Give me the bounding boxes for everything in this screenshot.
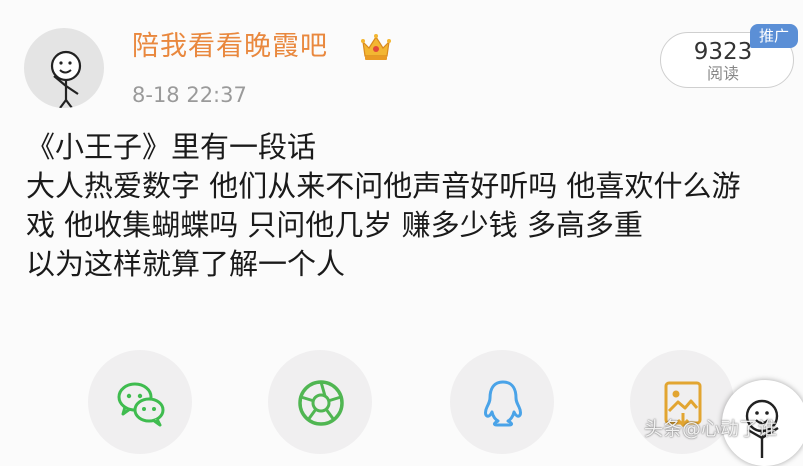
wechat-icon xyxy=(117,382,165,427)
post-content: 《小王子》里有一段话 大人热爱数字 他们从来不问他声音好听吗 他喜欢什么游 戏 … xyxy=(26,128,786,284)
author-name[interactable]: 陪我看看晚霞吧 xyxy=(132,30,328,64)
stick-figure-avatar-icon xyxy=(50,50,82,108)
share-qq-button[interactable] xyxy=(450,350,554,454)
post-line: 大人热爱数字 他们从来不问他声音好听吗 他喜欢什么游 xyxy=(26,169,741,203)
qq-penguin-icon xyxy=(484,380,522,427)
read-count-label: 阅读 xyxy=(706,64,739,83)
share-moments-button[interactable] xyxy=(268,350,372,454)
aperture-icon xyxy=(298,380,344,426)
crown-icon xyxy=(360,32,392,62)
post-timestamp: 8-18 22:37 xyxy=(132,83,247,107)
promo-badge[interactable]: 推广 xyxy=(750,24,798,48)
share-wechat-button[interactable] xyxy=(88,350,192,454)
post-line: 以为这样就算了解一个人 xyxy=(26,247,346,281)
post-line: 戏 他收集蝴蝶吗 只问他几岁 赚多少钱 多高多重 xyxy=(26,208,643,242)
author-avatar[interactable] xyxy=(24,28,104,108)
watermark-text: 头条@心动了谁 xyxy=(644,418,778,440)
post-line: 《小王子》里有一段话 xyxy=(26,130,317,164)
